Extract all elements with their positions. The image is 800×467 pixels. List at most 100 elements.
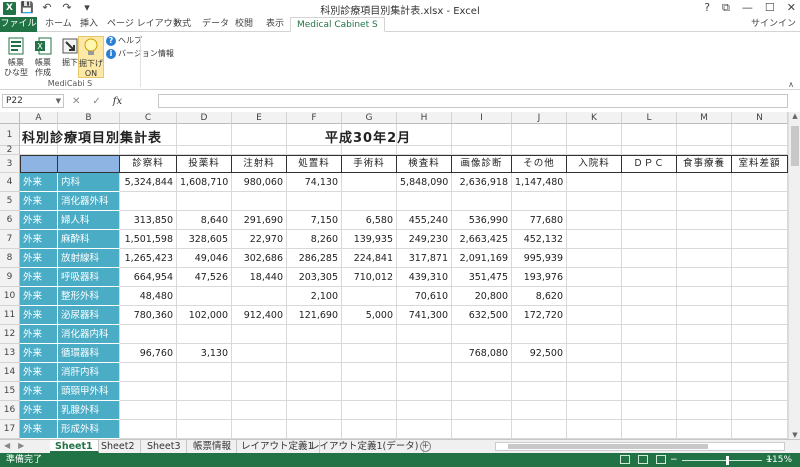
value-cell[interactable] [120,420,177,439]
cell[interactable] [732,382,788,401]
value-cell[interactable] [342,173,397,192]
cell[interactable] [58,146,120,155]
cell[interactable] [677,268,732,287]
ribbon-display-icon[interactable]: ⧉ [722,1,730,15]
value-cell[interactable]: 980,060 [232,173,287,192]
cell[interactable] [732,211,788,230]
value-cell[interactable] [342,287,397,306]
column-label[interactable]: 検査料 [397,155,452,173]
cell[interactable] [567,211,622,230]
header-blank-a[interactable] [20,155,58,173]
value-cell[interactable]: 317,871 [397,249,452,268]
row-header-12[interactable]: 12 [0,325,20,344]
row-header-10[interactable]: 10 [0,287,20,306]
cell[interactable] [567,268,622,287]
visit-type-cell[interactable]: 外来 [20,382,58,401]
value-cell[interactable]: 5,848,090 [397,173,452,192]
value-cell[interactable] [120,401,177,420]
department-cell[interactable]: 整形外科 [58,287,120,306]
row-header-8[interactable]: 8 [0,249,20,268]
value-cell[interactable]: 302,686 [232,249,287,268]
cell[interactable] [732,249,788,268]
cell[interactable] [732,146,788,155]
value-cell[interactable] [177,420,232,439]
visit-type-cell[interactable]: 外来 [20,306,58,325]
cell[interactable] [732,173,788,192]
column-header-i[interactable]: I [452,112,512,124]
row-header-15[interactable]: 15 [0,382,20,401]
cell[interactable] [567,363,622,382]
column-label[interactable]: 処置料 [287,155,342,173]
value-cell[interactable] [512,401,567,420]
cell[interactable] [677,306,732,325]
column-header-k[interactable]: K [567,112,622,124]
zoom-slider[interactable] [681,455,762,465]
value-cell[interactable] [287,420,342,439]
column-header-m[interactable]: M [677,112,732,124]
value-cell[interactable]: 8,260 [287,230,342,249]
insert-function-icon[interactable]: fx [113,96,122,107]
cell[interactable] [622,146,677,155]
row-header-3[interactable]: 3 [0,155,20,173]
value-cell[interactable]: 286,285 [287,249,342,268]
value-cell[interactable] [342,363,397,382]
value-cell[interactable]: 70,610 [397,287,452,306]
cell[interactable] [732,287,788,306]
value-cell[interactable] [342,401,397,420]
column-label[interactable]: 投薬料 [177,155,232,173]
department-cell[interactable]: 頭頸甲外科 [58,382,120,401]
department-cell[interactable]: 呼吸器科 [58,268,120,287]
value-cell[interactable]: 328,605 [177,230,232,249]
row-header-4[interactable]: 4 [0,173,20,192]
name-box-dropdown-icon[interactable]: ▼ [56,95,61,107]
value-cell[interactable]: 77,680 [512,211,567,230]
value-cell[interactable]: 455,240 [397,211,452,230]
value-cell[interactable]: 5,324,844 [120,173,177,192]
cell[interactable] [567,146,622,155]
value-cell[interactable]: 995,939 [512,249,567,268]
value-cell[interactable] [232,344,287,363]
value-cell[interactable] [512,192,567,211]
cell[interactable] [732,230,788,249]
header-blank-b[interactable] [58,155,120,173]
cell[interactable] [732,306,788,325]
value-cell[interactable] [452,382,512,401]
cell[interactable] [232,124,287,146]
department-cell[interactable]: 放射線科 [58,249,120,268]
value-cell[interactable] [232,420,287,439]
zoom-out-button[interactable]: − [670,453,678,467]
cancel-icon[interactable]: ✕ [72,96,80,107]
value-cell[interactable] [177,192,232,211]
cell[interactable] [397,146,452,155]
value-cell[interactable]: 741,300 [397,306,452,325]
cell[interactable] [567,420,622,439]
cell[interactable] [732,325,788,344]
cell[interactable] [177,124,232,146]
value-cell[interactable] [452,192,512,211]
value-cell[interactable] [342,344,397,363]
column-label[interactable]: 入院料 [567,155,622,173]
tab-view[interactable]: 表示 [266,17,284,32]
value-cell[interactable] [452,401,512,420]
row-header-7[interactable]: 7 [0,230,20,249]
value-cell[interactable] [342,420,397,439]
column-label[interactable]: 室料差額 [732,155,788,173]
value-cell[interactable] [177,363,232,382]
value-cell[interactable] [512,382,567,401]
cell[interactable] [622,287,677,306]
create-report-button[interactable]: X 帳票 作成 [30,36,56,78]
value-cell[interactable] [232,192,287,211]
value-cell[interactable] [120,382,177,401]
value-cell[interactable] [287,363,342,382]
row-header-9[interactable]: 9 [0,268,20,287]
value-cell[interactable]: 49,046 [177,249,232,268]
value-cell[interactable]: 8,640 [177,211,232,230]
cell[interactable] [677,382,732,401]
tab-page-layout[interactable]: ページ レイアウト [107,17,182,32]
column-label[interactable]: 診察料 [120,155,177,173]
tab-formulas[interactable]: 数式 [173,17,191,32]
sheet-prev-icon[interactable]: ◀ [4,441,10,450]
value-cell[interactable] [120,192,177,211]
cell[interactable] [567,344,622,363]
value-cell[interactable] [232,287,287,306]
